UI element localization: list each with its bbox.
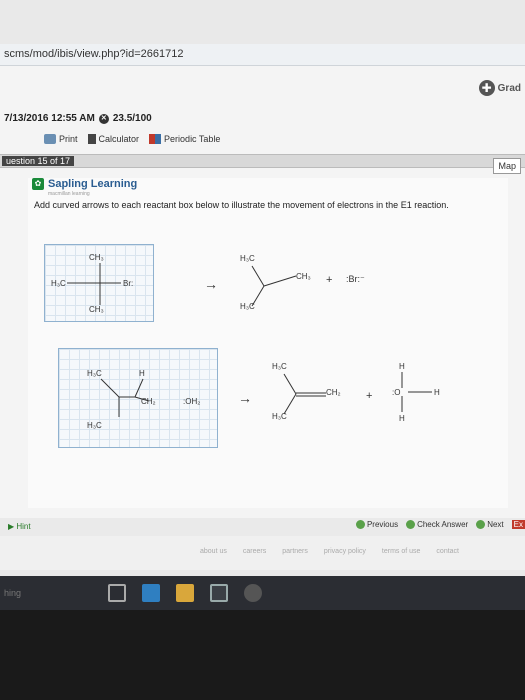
hydronium-right-h: H	[434, 388, 440, 397]
product-1-bottom-group: H₃C	[240, 302, 255, 311]
previous-button[interactable]: Previous	[355, 520, 399, 529]
url-text: scms/mod/ibis/view.php?id=2661712	[4, 48, 184, 60]
link-careers[interactable]: careers	[243, 548, 266, 555]
question-counter: uestion 15 of 17	[2, 156, 75, 166]
print-label: Print	[59, 134, 78, 144]
store-icon[interactable]	[210, 584, 228, 602]
grade-label: Grad	[497, 82, 521, 94]
taskbar-search-text: hing	[4, 588, 22, 598]
sapling-logo-icon: ✿	[32, 178, 44, 190]
check-icon	[406, 520, 416, 529]
periodic-table-label: Periodic Table	[164, 134, 221, 144]
product-2-top-group: H₃C	[272, 362, 287, 371]
reactant-1-bromine: Br:	[123, 279, 134, 288]
periodic-table-icon	[149, 134, 162, 144]
reactant-2-right-group: CH₂	[141, 397, 156, 406]
due-date: 7/13/2016 12:55 AM	[4, 113, 95, 124]
navigation-buttons: Previous Check Answer Next Ex	[355, 520, 525, 529]
bromide-ion: :Br:⁻	[346, 274, 365, 284]
grade-button[interactable]: ✚ Grad	[478, 80, 521, 96]
check-answer-label: Check Answer	[417, 520, 469, 529]
score: 23.5/100	[112, 113, 152, 124]
webpage: ✚ Grad 7/13/2016 12:55 AM ✕ 23.5/100 Pri…	[0, 66, 525, 570]
hint-label: Hint	[16, 522, 31, 531]
product-1-top-group: H₃C	[240, 254, 255, 263]
browser-icon[interactable]	[142, 584, 160, 602]
monitor-screen: scms/mod/ibis/view.php?id=2661712 ✚ Grad…	[0, 0, 525, 610]
hydronium-bottom-h: H	[399, 414, 405, 423]
link-contact[interactable]: contact	[436, 548, 459, 555]
link-partners[interactable]: partners	[282, 548, 308, 555]
hydronium-top-h: H	[399, 362, 405, 371]
print-button[interactable]: Print	[44, 134, 78, 144]
map-button[interactable]: Map	[493, 158, 521, 174]
reactant-2-hydrogen: H	[139, 369, 145, 378]
exit-button[interactable]: Ex	[511, 520, 525, 529]
link-about[interactable]: about us	[200, 548, 227, 555]
hydronium-oxygen: :O	[392, 388, 401, 397]
reactant-1-left-group: H₃C	[51, 279, 66, 288]
sapling-brand: ✿ Sapling Learning	[32, 178, 137, 190]
reactant-box-2[interactable]: H₃C H CH₂ H₃C :OH₂	[58, 348, 218, 448]
calculator-button[interactable]: Calculator	[87, 134, 140, 144]
question-content: ✿ Sapling Learning macmillan learning Ad…	[28, 178, 508, 508]
product-1-right-group: CH₃	[296, 272, 311, 281]
calculator-icon	[87, 134, 96, 144]
due-score-row: 7/13/2016 12:55 AM ✕ 23.5/100	[4, 113, 152, 124]
link-terms[interactable]: terms of use	[382, 548, 421, 555]
brand-tagline: macmillan learning	[48, 191, 90, 197]
task-view-icon[interactable]	[108, 584, 126, 602]
next-button[interactable]: Next	[476, 520, 504, 529]
site-links: about us careers partners privacy policy…	[200, 548, 459, 555]
reactant-2-top-left-group: H₃C	[87, 369, 102, 378]
product-2-bottom-group: H₃C	[272, 412, 287, 421]
previous-label: Previous	[366, 520, 399, 529]
reaction-2-plus: +	[366, 390, 373, 402]
site-links-bar: about us careers partners privacy policy…	[0, 536, 525, 570]
hint-button[interactable]: ▶ Hint	[8, 522, 31, 531]
tools-row: Print Calculator Periodic Table	[44, 134, 220, 144]
print-icon	[44, 134, 56, 144]
reaction-2-arrow: →	[238, 390, 252, 406]
next-icon	[476, 520, 486, 529]
instructions: Add curved arrows to each reactant box b…	[34, 200, 449, 210]
reactant-1-top-group: CH₃	[89, 253, 104, 262]
reactant-box-1[interactable]: CH₃ H₃C Br: CH₃	[44, 244, 154, 322]
brand-name: Sapling Learning	[48, 178, 138, 190]
taskbar-icons	[108, 584, 262, 602]
file-explorer-icon[interactable]	[176, 584, 194, 602]
reactant-2-bottom-group: H₃C	[87, 421, 102, 430]
water-molecule: :OH₂	[183, 397, 201, 406]
link-privacy[interactable]: privacy policy	[324, 548, 366, 555]
address-bar[interactable]: scms/mod/ibis/view.php?id=2661712	[0, 44, 525, 66]
next-label: Next	[487, 520, 504, 529]
product-2-right-group: CH₂	[326, 388, 341, 397]
reactant-1-bottom-group: CH₃	[89, 305, 104, 314]
calculator-label: Calculator	[98, 134, 140, 144]
periodic-table-button[interactable]: Periodic Table	[149, 134, 220, 144]
reaction-1-arrow: →	[204, 276, 218, 292]
question-footer: ▶ Hint Previous Check Answer Next Ex	[0, 518, 525, 536]
question-bar: uestion 15 of 17	[0, 154, 525, 168]
clock-icon: ✕	[98, 113, 109, 124]
previous-icon	[355, 520, 365, 529]
media-player-icon[interactable]	[244, 584, 262, 602]
os-taskbar: hing	[0, 576, 525, 610]
reaction-1-plus: +	[326, 274, 333, 286]
check-answer-button[interactable]: Check Answer	[406, 520, 468, 529]
grade-icon: ✚	[478, 80, 495, 96]
